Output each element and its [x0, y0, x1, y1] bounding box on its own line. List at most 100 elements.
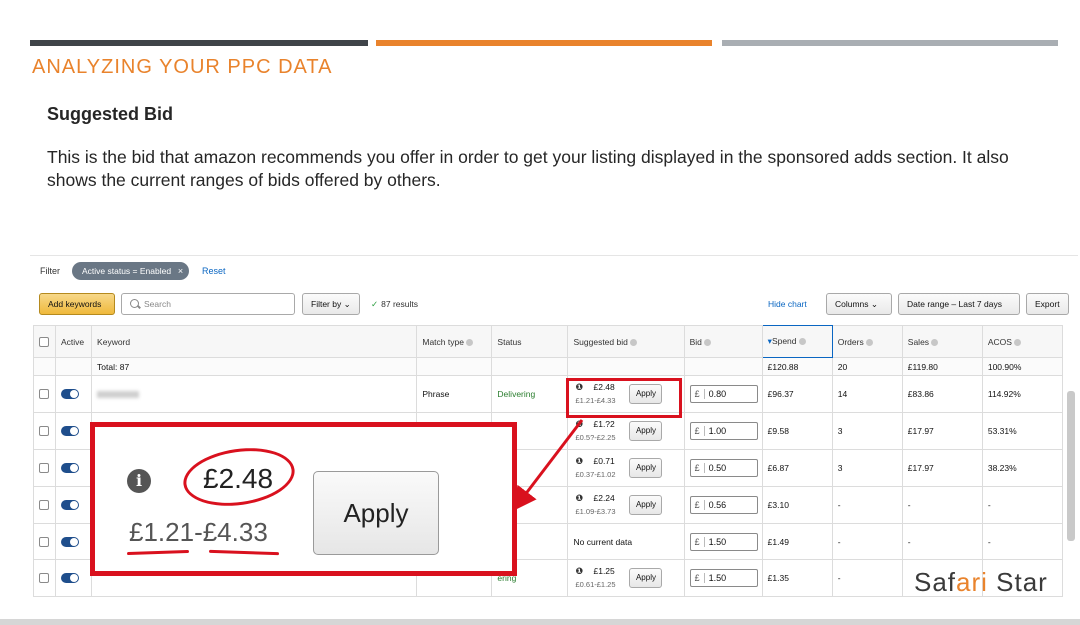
spend-cell: £1.49: [761, 523, 833, 560]
toggle-icon: [61, 426, 80, 437]
filter-by-dropdown[interactable]: Filter by ⌄: [302, 293, 360, 315]
total-spend: £120.88: [761, 357, 833, 376]
col-active: Active: [55, 325, 93, 358]
active-toggle[interactable]: [55, 486, 93, 524]
currency-label: £: [694, 426, 705, 436]
vertical-scrollbar[interactable]: [1067, 391, 1075, 541]
active-toggle[interactable]: [55, 559, 93, 597]
apply-button[interactable]: Apply: [629, 568, 663, 588]
bid-input[interactable]: £0.80: [689, 385, 758, 403]
bid-input[interactable]: £1.50: [689, 569, 758, 587]
toggle-icon: [61, 389, 80, 400]
bid-input[interactable]: £1.00: [689, 422, 758, 440]
info-icon: [931, 338, 939, 346]
bid-cell: £0.80: [683, 375, 763, 413]
bid-value: 0.50: [708, 463, 727, 473]
bid-input[interactable]: £1.50: [689, 532, 758, 551]
columns-dropdown[interactable]: Columns ⌄: [826, 293, 892, 315]
bid-cell: £1.00: [683, 412, 763, 450]
toggle-icon: [61, 573, 80, 584]
bid-input[interactable]: £0.50: [689, 459, 758, 477]
currency-label: £: [694, 389, 705, 399]
add-keywords-button[interactable]: Add keywords: [39, 293, 115, 315]
bid-cell: £0.56: [683, 486, 763, 524]
zoom-apply-button[interactable]: Apply: [313, 471, 439, 555]
currency-label: £: [694, 536, 705, 547]
circle-annotation: [179, 441, 299, 513]
search-input[interactable]: Search: [121, 293, 295, 315]
suggested-bid-cell: ❶ £1.?2 £0.5?-£2.25 Apply: [567, 412, 685, 450]
col-spend[interactable]: ▾Spend: [761, 325, 833, 358]
row-checkbox[interactable]: [32, 375, 57, 413]
active-toggle[interactable]: [55, 412, 93, 450]
acos-cell: -: [981, 523, 1064, 560]
acos-cell: 38.23%: [981, 449, 1064, 487]
apply-button[interactable]: Apply: [629, 495, 663, 515]
spend-cell: £6.87: [761, 449, 833, 487]
bid-value: 1.50: [708, 536, 727, 547]
col-bid[interactable]: Bid: [683, 325, 763, 358]
col-suggested-bid[interactable]: Suggested bid: [567, 325, 685, 358]
col-acos[interactable]: ACOS: [981, 325, 1064, 358]
match-type-cell: Phrase: [416, 375, 493, 413]
col-match-type[interactable]: Match type: [416, 325, 493, 358]
filter-row: Filter Active status = Enabled × Reset: [30, 255, 1078, 285]
date-range-dropdown[interactable]: Date range – Last 7 days: [898, 293, 1020, 315]
suggested-bid-range: £0.5?-£2.25: [575, 433, 616, 442]
slide: ANALYZING YOUR PPC DATA Suggested Bid Th…: [0, 0, 1080, 625]
hide-chart-link[interactable]: Hide chart: [768, 299, 807, 309]
results-text: 87 results: [381, 299, 418, 309]
info-icon: [703, 338, 711, 346]
row-checkbox[interactable]: [32, 486, 57, 524]
suggested-bid-highlight: [566, 378, 682, 418]
toggle-icon: [61, 536, 80, 547]
acos-cell: -: [981, 486, 1064, 524]
col-keyword[interactable]: Keyword: [91, 325, 418, 358]
orders-cell: -: [831, 523, 903, 560]
active-toggle[interactable]: [55, 523, 93, 560]
chip-label: Active status = Enabled: [82, 266, 172, 276]
apply-button[interactable]: Apply: [629, 421, 663, 441]
info-icon: [1013, 338, 1021, 346]
checkbox-icon: [39, 463, 49, 474]
suggested-bid-price: £1.?2: [593, 419, 615, 429]
search-placeholder: Search: [144, 299, 171, 309]
spend-cell: £96.37: [761, 375, 833, 413]
checkbox-icon: [39, 389, 49, 400]
zoomed-suggested-bid: i £2.48 £1.21-£4.33 Apply: [90, 422, 517, 576]
apply-button[interactable]: Apply: [629, 458, 663, 478]
total-sales: £119.80: [901, 357, 983, 376]
suggested-bid-price: £0.71: [593, 456, 615, 466]
currency-label: £: [694, 500, 705, 510]
select-all-checkbox[interactable]: [32, 325, 57, 358]
total-acos: 100.90%: [981, 357, 1064, 376]
search-icon: [130, 299, 139, 308]
col-orders[interactable]: Orders: [831, 325, 903, 358]
info-icon: ❶: [575, 456, 584, 466]
info-icon: [629, 338, 637, 346]
checkbox-icon: [39, 573, 49, 584]
row-checkbox[interactable]: [32, 449, 57, 487]
col-status[interactable]: Status: [491, 325, 569, 358]
bid-input[interactable]: £0.56: [689, 496, 758, 514]
checkbox-icon: [39, 536, 49, 547]
sales-cell: -: [901, 486, 983, 524]
total-row: Total: 87 £120.88 20 £119.80 100.90%: [32, 357, 1064, 376]
status-cell: Delivering: [491, 375, 569, 413]
active-toggle[interactable]: [55, 449, 93, 487]
suggested-bid-cell: No current data: [567, 523, 685, 560]
reset-link[interactable]: Reset: [202, 266, 226, 276]
row-checkbox[interactable]: [32, 523, 57, 560]
active-status-chip[interactable]: Active status = Enabled ×: [72, 262, 190, 280]
col-sales[interactable]: Sales: [901, 325, 983, 358]
table-row: Phrase Delivering ❶ £2.48 £1.21-£4.33 Ap…: [32, 375, 1064, 413]
active-toggle[interactable]: [55, 375, 93, 413]
export-button[interactable]: Export: [1026, 293, 1069, 315]
bid-cell: £1.50: [683, 559, 763, 597]
chip-close-icon[interactable]: ×: [178, 262, 183, 280]
row-checkbox[interactable]: [32, 559, 57, 597]
info-icon: ❶: [575, 419, 584, 429]
currency-label: £: [694, 463, 705, 473]
row-checkbox[interactable]: [32, 412, 57, 450]
acos-cell: 114.92%: [981, 375, 1064, 413]
